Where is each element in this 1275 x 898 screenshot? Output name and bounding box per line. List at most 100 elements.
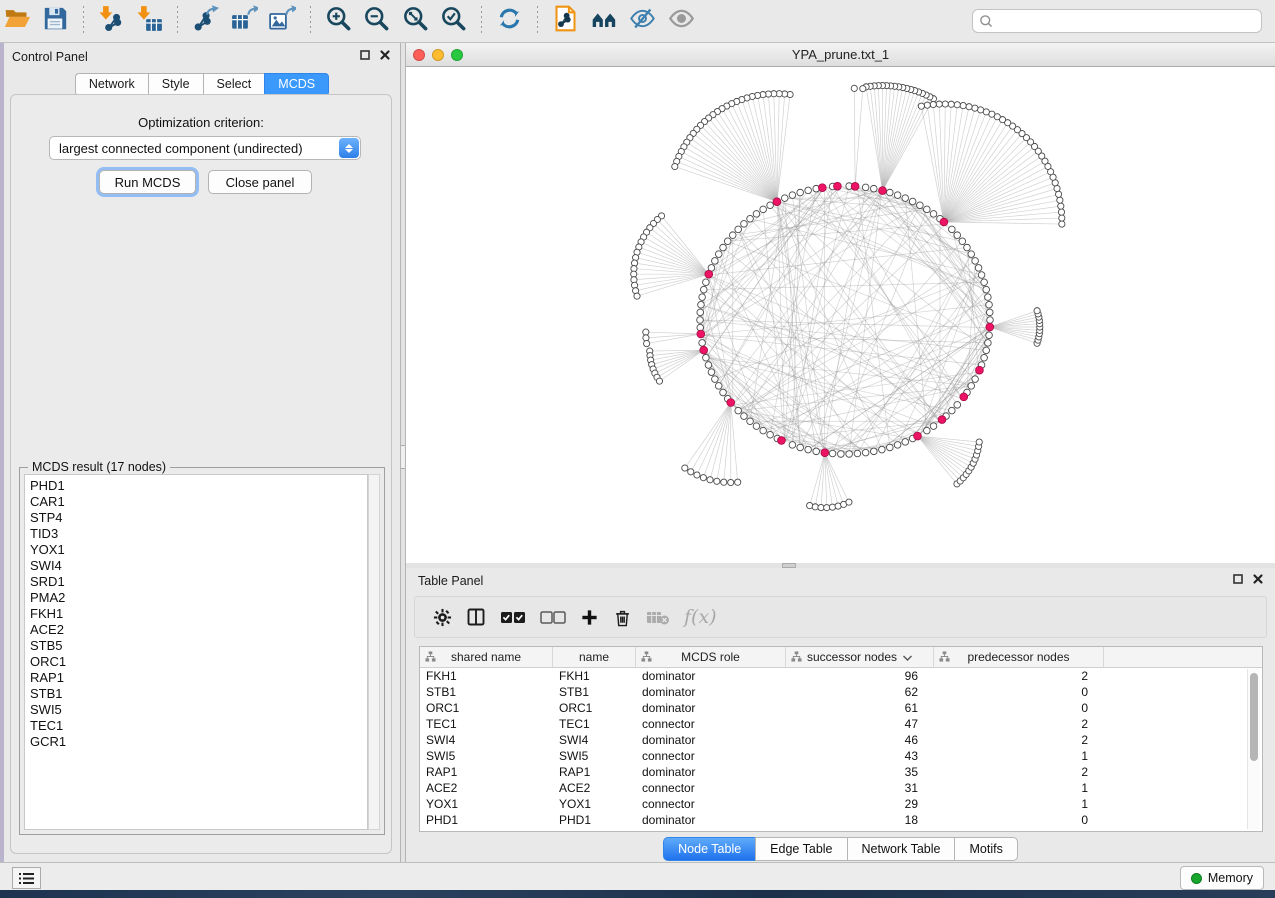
table-row[interactable]: ACE2ACE2connector311	[420, 780, 1262, 796]
add-column-button[interactable]	[580, 608, 599, 627]
network-from-selection-button[interactable]	[549, 4, 583, 38]
optimization-criterion-label: Optimization criterion:	[11, 115, 391, 130]
network-window-title: YPA_prune.txt_1	[406, 47, 1275, 62]
table-row[interactable]: SWI5SWI5connector431	[420, 748, 1262, 764]
open-session-button[interactable]	[0, 4, 34, 38]
binoculars-icon	[591, 5, 618, 37]
table-row[interactable]: YOX1YOX1connector291	[420, 796, 1262, 812]
table-row[interactable]: RAP1RAP1dominator352	[420, 764, 1262, 780]
table-row[interactable]: TEC1TEC1connector472	[420, 716, 1262, 732]
show-hidden-button[interactable]	[664, 4, 698, 38]
mcds-list-scrollbar[interactable]	[368, 474, 380, 830]
find-button[interactable]	[587, 4, 621, 38]
document-share-icon	[552, 5, 579, 37]
close-panel-button[interactable]: Close panel	[208, 170, 312, 194]
table-cell: connector	[636, 716, 786, 732]
mcds-result-item[interactable]: YOX1	[30, 542, 367, 558]
toggle-column-panel-button[interactable]	[466, 607, 486, 627]
table-cell: 1	[934, 780, 1104, 796]
mcds-result-group: MCDS result (17 nodes) PHD1CAR1STP4TID3Y…	[19, 467, 385, 835]
table-cell: YOX1	[553, 796, 636, 812]
table-row[interactable]: FKH1FKH1dominator962	[420, 668, 1262, 684]
splitter-grip[interactable]	[401, 445, 405, 469]
column-header-shared-name[interactable]: shared name	[420, 647, 553, 667]
zoom-fit-button[interactable]	[398, 4, 432, 38]
mcds-result-item[interactable]: CAR1	[30, 494, 367, 510]
deselect-all-button[interactable]	[540, 610, 566, 625]
mcds-result-item[interactable]: SWI5	[30, 702, 367, 718]
mcds-result-item[interactable]: TEC1	[30, 718, 367, 734]
table-row[interactable]: STB1STB1dominator620	[420, 684, 1262, 700]
mcds-result-item[interactable]: RAP1	[30, 670, 367, 686]
table-settings-button[interactable]	[433, 608, 452, 627]
mcds-result-item[interactable]: ORC1	[30, 654, 367, 670]
close-panel-icon[interactable]	[1253, 574, 1263, 584]
network-canvas[interactable]	[406, 67, 1275, 563]
tab-node-table[interactable]: Node Table	[663, 837, 755, 861]
mcds-result-item[interactable]: SRD1	[30, 574, 367, 590]
delete-column-button[interactable]	[613, 608, 632, 627]
table-cell: dominator	[636, 668, 786, 684]
refresh-arrows-icon	[496, 5, 523, 37]
table-cell: FKH1	[420, 668, 553, 684]
mcds-result-item[interactable]: SWI4	[30, 558, 367, 574]
table-row[interactable]: SWI4SWI4dominator462	[420, 732, 1262, 748]
memory-button[interactable]: Memory	[1180, 866, 1264, 890]
run-mcds-button[interactable]: Run MCDS	[99, 170, 196, 194]
mcds-result-item[interactable]: FKH1	[30, 606, 367, 622]
mcds-result-item[interactable]: STB5	[30, 638, 367, 654]
table-panel-title: Table Panel	[418, 574, 483, 588]
zoom-out-button[interactable]	[360, 4, 394, 38]
column-header-predecessor-nodes[interactable]: predecessor nodes	[934, 647, 1104, 667]
table-scrollbar[interactable]	[1247, 669, 1260, 829]
mcds-result-item[interactable]: STB1	[30, 686, 367, 702]
search-field[interactable]	[972, 9, 1262, 33]
optimization-criterion-select[interactable]: largest connected component (undirected)	[49, 136, 361, 160]
column-header-successor-nodes[interactable]: successor nodes	[786, 647, 934, 667]
task-history-button[interactable]	[12, 867, 41, 889]
tab-network-table[interactable]: Network Table	[847, 837, 955, 861]
table-cell: 43	[786, 748, 934, 764]
table-scrollbar-thumb[interactable]	[1250, 673, 1258, 761]
table-cell: connector	[636, 796, 786, 812]
select-all-button[interactable]	[500, 610, 526, 625]
tab-network[interactable]: Network	[75, 73, 148, 96]
mcds-result-item[interactable]: PHD1	[30, 478, 367, 494]
table-row[interactable]: ORC1ORC1dominator610	[420, 700, 1262, 716]
mcds-result-item[interactable]: TID3	[30, 526, 367, 542]
table-cell: PHD1	[420, 812, 553, 828]
mcds-result-item[interactable]: PMA2	[30, 590, 367, 606]
export-table-button[interactable]	[227, 4, 261, 38]
network-titlebar[interactable]: YPA_prune.txt_1	[406, 43, 1275, 67]
table-cell: 2	[934, 668, 1104, 684]
search-input[interactable]	[994, 11, 1261, 31]
export-network-button[interactable]	[189, 4, 223, 38]
tab-motifs[interactable]: Motifs	[954, 837, 1017, 861]
export-image-button[interactable]	[266, 4, 300, 38]
column-header-MCDS-role[interactable]: MCDS role	[636, 647, 786, 667]
import-table-button[interactable]	[133, 4, 167, 38]
apply-layout-button[interactable]	[493, 4, 527, 38]
zoom-in-button[interactable]	[322, 4, 356, 38]
table-cell: 46	[786, 732, 934, 748]
tab-select[interactable]: Select	[203, 73, 265, 96]
tab-style[interactable]: Style	[148, 73, 203, 96]
mcds-result-list[interactable]: PHD1CAR1STP4TID3YOX1SWI4SRD1PMA2FKH1ACE2…	[24, 474, 368, 830]
import-network-button[interactable]	[94, 4, 128, 38]
close-panel-icon[interactable]	[380, 50, 390, 60]
mcds-result-item[interactable]: ACE2	[30, 622, 367, 638]
tab-mcds[interactable]: MCDS	[264, 73, 329, 96]
save-session-button[interactable]	[38, 4, 72, 38]
zoom-selected-button[interactable]	[437, 4, 471, 38]
table-cell: SWI5	[420, 748, 553, 764]
column-header-name[interactable]: name	[553, 647, 636, 667]
float-panel-icon[interactable]	[360, 50, 370, 60]
mcds-result-item[interactable]: STP4	[30, 510, 367, 526]
table-cell: PHD1	[553, 812, 636, 828]
float-panel-icon[interactable]	[1233, 574, 1243, 584]
hide-selected-button[interactable]	[626, 4, 660, 38]
table-cell: 31	[786, 780, 934, 796]
table-row[interactable]: PHD1PHD1dominator180	[420, 812, 1262, 828]
tab-edge-table[interactable]: Edge Table	[755, 837, 846, 861]
mcds-result-item[interactable]: GCR1	[30, 734, 367, 750]
